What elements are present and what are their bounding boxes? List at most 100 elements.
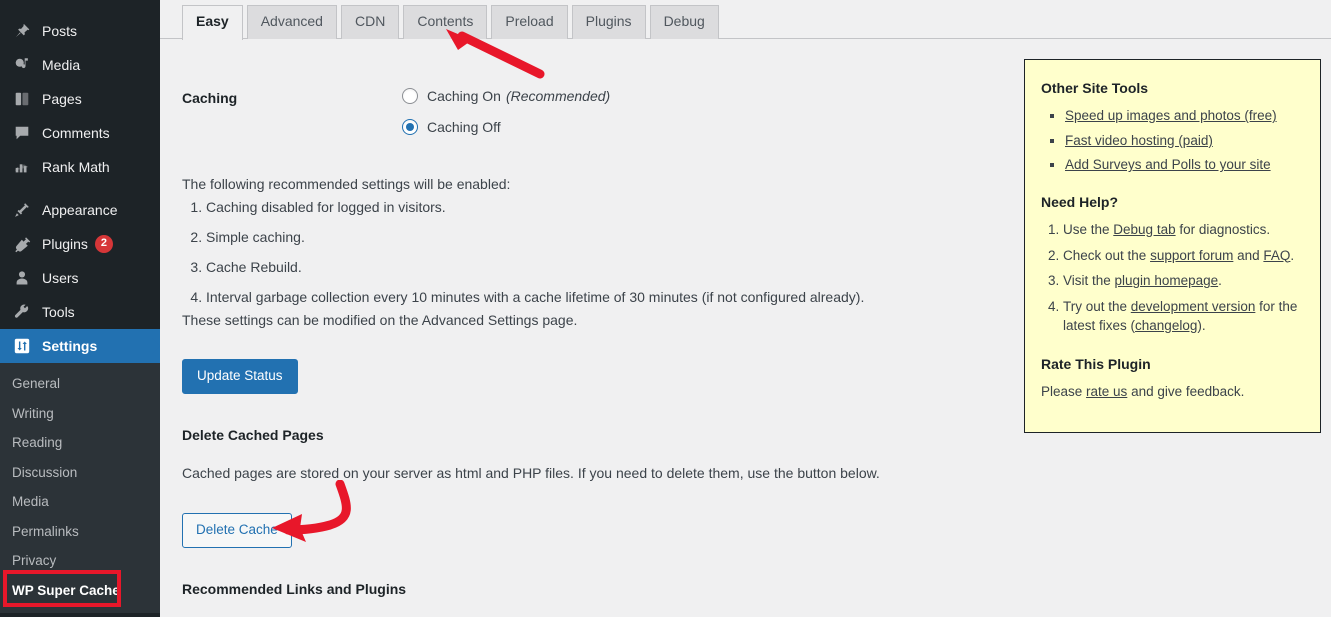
caching-on-label: Caching On xyxy=(427,88,501,104)
sidebar-item-label: Users xyxy=(42,270,79,286)
link-plugin-homepage[interactable]: plugin homepage xyxy=(1115,273,1219,288)
delete-cached-pages-description: Cached pages are stored on your server a… xyxy=(182,465,880,481)
sidebar-item-label: Plugins xyxy=(42,236,88,252)
rate-this-plugin-heading: Rate This Plugin xyxy=(1041,356,1151,373)
recommended-settings-intro: The following recommended settings will … xyxy=(182,176,511,192)
sidebar-item-label: Tools xyxy=(42,304,75,320)
tab-cdn[interactable]: CDN xyxy=(340,5,400,39)
main-content: Easy Advanced CDN Contents Preload Plugi… xyxy=(160,0,1331,617)
settings-submenu: General Writing Reading Discussion Media… xyxy=(0,363,160,614)
caching-on-radio[interactable] xyxy=(402,88,418,104)
tab-preload[interactable]: Preload xyxy=(491,5,568,39)
wrench-icon xyxy=(11,302,33,322)
tab-advanced[interactable]: Advanced xyxy=(246,5,337,39)
sidebar-item-plugins[interactable]: Plugins 2 xyxy=(0,227,160,261)
link-changelog[interactable]: changelog xyxy=(1135,318,1197,333)
need-help-list: Use the Debug tab for diagnostics. Check… xyxy=(1041,221,1301,336)
user-icon xyxy=(11,268,33,288)
list-item: Visit the plugin homepage. xyxy=(1063,272,1301,291)
wordpress-admin-screen: Posts Media Pages Comments Rank Math App… xyxy=(0,0,1331,617)
sidebar-item-comments[interactable]: Comments xyxy=(0,116,160,150)
advanced-settings-note: These settings can be modified on the Ad… xyxy=(182,312,578,328)
recommended-links-heading: Recommended Links and Plugins xyxy=(182,581,407,597)
list-item: Cache Rebuild. xyxy=(206,258,864,277)
sidebar-item-label: Settings xyxy=(42,338,98,354)
other-site-tools-heading: Other Site Tools xyxy=(1041,80,1149,96)
sidebar-item-posts[interactable]: Posts xyxy=(0,14,160,48)
submenu-item-general[interactable]: General xyxy=(0,369,160,399)
link-debug-tab[interactable]: Debug tab xyxy=(1113,222,1175,237)
link-surveys-polls[interactable]: Add Surveys and Polls to your site xyxy=(1065,157,1271,172)
rate-prefix: Please xyxy=(1041,384,1087,400)
caching-off-radio-row[interactable]: Caching Off xyxy=(402,119,501,135)
sidebar-item-label: Appearance xyxy=(42,202,118,218)
sidebar-item-settings[interactable]: Settings xyxy=(0,329,160,363)
sidebar-item-label: Media xyxy=(42,57,81,73)
settings-tabs: Easy Advanced CDN Contents Preload Plugi… xyxy=(160,5,1331,40)
sidebar-item-label: Pages xyxy=(42,91,82,107)
tab-plugins[interactable]: Plugins xyxy=(571,5,646,39)
sidebar-item-tools[interactable]: Tools xyxy=(0,295,160,329)
other-site-tools-list: Speed up images and photos (free) Fast v… xyxy=(1041,107,1301,174)
link-rate-us[interactable]: rate us xyxy=(1086,384,1127,399)
comment-icon xyxy=(11,123,33,143)
brush-icon xyxy=(11,200,33,220)
plug-icon xyxy=(11,234,33,254)
submenu-item-media[interactable]: Media xyxy=(0,487,160,517)
list-item: Use the Debug tab for diagnostics. xyxy=(1063,221,1301,240)
sidebar-item-pages[interactable]: Pages xyxy=(0,82,160,116)
update-status-button[interactable]: Update Status xyxy=(182,359,298,394)
caching-off-radio[interactable] xyxy=(402,119,418,135)
rate-this-plugin-text: Please rate us and give feedback. xyxy=(1041,384,1301,399)
submenu-item-privacy[interactable]: Privacy xyxy=(0,546,160,576)
help-text: and xyxy=(1233,247,1264,263)
help-text: Use the xyxy=(1063,221,1114,237)
sidebar-item-rank-math[interactable]: Rank Math xyxy=(0,150,160,184)
caching-on-recommended-note: (Recommended) xyxy=(505,88,611,104)
sidebar-item-label: Comments xyxy=(42,125,110,141)
sidebar-item-label: Rank Math xyxy=(42,159,110,175)
delete-cache-button[interactable]: Delete Cache xyxy=(182,513,292,548)
sidebar-main-menu: Posts Media Pages Comments Rank Math App… xyxy=(0,0,160,363)
help-text: Try out the xyxy=(1063,299,1131,315)
link-faq[interactable]: FAQ xyxy=(1263,248,1290,263)
link-support-forum[interactable]: support forum xyxy=(1150,248,1233,263)
link-development-version[interactable]: development version xyxy=(1131,299,1256,314)
sliders-icon xyxy=(11,336,33,356)
need-help-heading: Need Help? xyxy=(1041,193,1119,210)
submenu-item-wp-super-cache[interactable]: WP Super Cache xyxy=(0,576,160,606)
sidebar-item-media[interactable]: Media xyxy=(0,48,160,82)
help-text: . xyxy=(1290,247,1295,263)
sidebar-item-appearance[interactable]: Appearance xyxy=(0,193,160,227)
caching-on-radio-row[interactable]: Caching On (Recommended) xyxy=(402,88,610,104)
submenu-item-writing[interactable]: Writing xyxy=(0,399,160,429)
help-text: for diagnostics. xyxy=(1175,221,1271,237)
submenu-item-permalinks[interactable]: Permalinks xyxy=(0,517,160,547)
submenu-item-reading[interactable]: Reading xyxy=(0,428,160,458)
caching-off-label: Caching Off xyxy=(427,119,501,135)
list-item: Add Surveys and Polls to your site xyxy=(1065,156,1301,174)
list-item: Fast video hosting (paid) xyxy=(1065,132,1301,150)
help-text: ). xyxy=(1197,318,1206,334)
caching-section-label: Caching xyxy=(182,90,238,106)
tab-easy[interactable]: Easy xyxy=(182,5,243,40)
recommended-settings-list: Caching disabled for logged in visitors.… xyxy=(182,198,864,318)
link-speed-up-images[interactable]: Speed up images and photos (free) xyxy=(1065,108,1277,123)
chart-bars-icon xyxy=(11,157,33,177)
submenu-item-discussion[interactable]: Discussion xyxy=(0,458,160,488)
admin-sidebar: Posts Media Pages Comments Rank Math App… xyxy=(0,0,160,617)
sidebar-separator xyxy=(0,184,160,193)
tab-debug[interactable]: Debug xyxy=(649,5,719,39)
tab-contents[interactable]: Contents xyxy=(403,5,488,39)
list-item: Simple caching. xyxy=(206,228,864,247)
list-item: Check out the support forum and FAQ. xyxy=(1063,247,1301,266)
link-video-hosting[interactable]: Fast video hosting (paid) xyxy=(1065,133,1213,148)
plugins-update-badge: 2 xyxy=(94,235,113,253)
delete-cached-pages-heading: Delete Cached Pages xyxy=(182,427,324,443)
sidebar-item-users[interactable]: Users xyxy=(0,261,160,295)
media-icon xyxy=(11,55,33,75)
help-text: Visit the xyxy=(1063,273,1115,289)
pin-icon xyxy=(11,21,33,41)
list-item: Interval garbage collection every 10 min… xyxy=(206,288,864,307)
list-item: Try out the development version for the … xyxy=(1063,298,1301,336)
